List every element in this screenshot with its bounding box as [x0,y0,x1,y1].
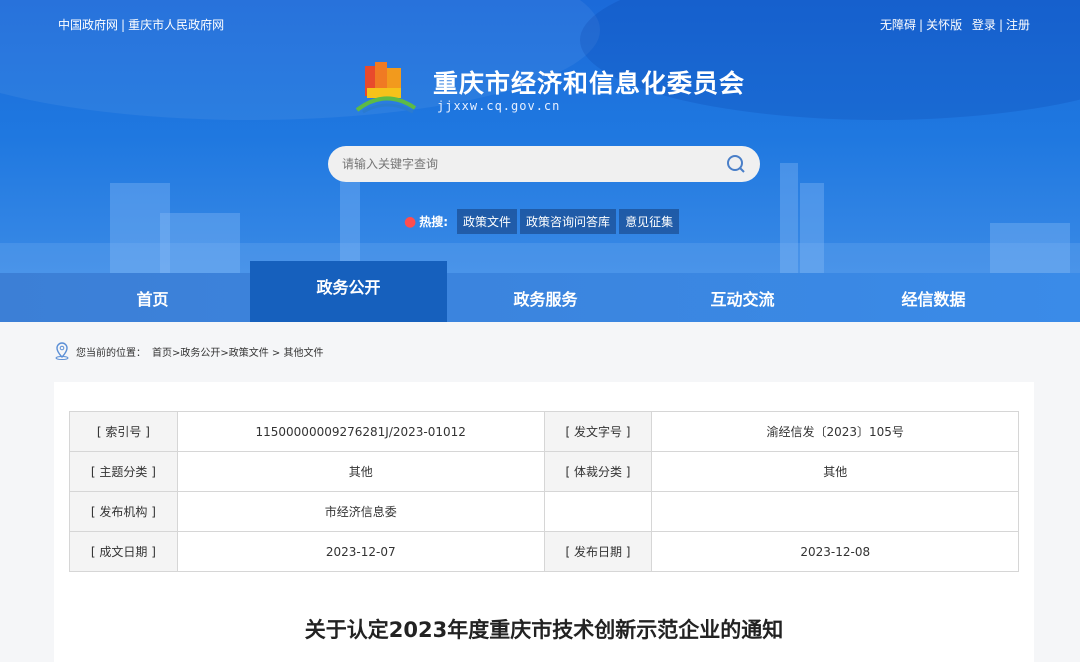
publisher-label: [ 发布机构 ] [69,491,178,532]
hot-search: ● 热搜: 政策文件 政策咨询问答库 意见征集 [404,209,680,234]
empty-cell [651,491,1019,532]
genre-value: 其他 [651,451,1019,492]
doc-number-label: [ 发文字号 ] [543,411,653,452]
location-icon [55,342,69,360]
document-card: [ 索引号 ] 11500000009276281J/2023-01012[ 发文… [54,382,1034,662]
header-banner: 中国政府网 | 重庆市人民政府网 无障碍 | 关怀版 登录 | 注册 重庆市经济和信息化委员… [0,0,1080,273]
table-row: [ 发布机构 ] 市经济信息委 [69,491,1019,532]
hot-tag[interactable]: 政策咨询问答库 [520,209,617,234]
elder-mode-link[interactable]: 关怀版 [926,18,962,32]
table-row: [ 成文日期 ] 2023-12-07[ 发布日期 ] 2023-12-08 [69,531,1019,572]
main-nav: 首页 政务公开 政务服务 互动交流 经信数据 [0,261,1080,322]
doc-number-value: 渝经信发〔2023〕105号 [651,411,1019,452]
site-logo-icon [355,62,417,114]
nav-data[interactable]: 经信数据 [841,273,1026,322]
index-value: 11500000009276281J/2023-01012 [176,411,545,452]
nav-home[interactable]: 首页 [0,273,250,322]
nav-gov-services[interactable]: 政务服务 [447,273,644,322]
login-link[interactable]: 登录 [972,18,996,32]
top-right-links: 无障碍 | 关怀版 登录 | 注册 [880,18,1030,32]
accessibility-link[interactable]: 无障碍 [880,18,916,32]
topic-value: 其他 [176,451,545,492]
index-label: [ 索引号 ] [69,411,178,452]
publisher-value: 市经济信息委 [176,491,545,532]
document-title: 关于认定2023年度重庆市技术创新示范企业的通知 [304,618,784,642]
search-input[interactable] [342,157,726,171]
written-date-value: 2023-12-07 [176,531,545,572]
table-row: [ 索引号 ] 11500000009276281J/2023-01012[ 发文… [69,411,1019,452]
breadcrumb-label: 您当前的位置： [76,347,146,359]
site-title: 重庆市经济和信息化委员会 [433,69,746,98]
link-gov-cn[interactable]: 中国政府网 [58,18,118,32]
breadcrumb: 您当前的位置： 首页>政务公开>政策文件 > 其他文件 [54,342,324,360]
hot-tag[interactable]: 政策文件 [457,209,518,234]
written-date-label: [ 成文日期 ] [69,531,178,572]
register-link[interactable]: 注册 [1006,18,1030,32]
hot-tag[interactable]: 意见征集 [619,209,680,234]
publish-date-value: 2023-12-08 [651,531,1019,572]
publish-date-label: [ 发布日期 ] [543,531,653,572]
hot-label: 热搜: [419,215,449,229]
nav-gov-affairs-open[interactable]: 政务公开 [250,261,447,322]
nav-interaction[interactable]: 互动交流 [644,273,841,322]
genre-label: [ 体裁分类 ] [543,451,653,492]
fire-icon: ● [404,213,417,230]
search-icon[interactable] [726,154,746,174]
topic-label: [ 主题分类 ] [69,451,178,492]
link-cq-gov[interactable]: 重庆市人民政府网 [128,18,224,32]
breadcrumb-path[interactable]: 首页>政务公开>政策文件 > 其他文件 [152,344,324,359]
table-row: [ 主题分类 ] 其他[ 体裁分类 ] 其他 [69,451,1019,492]
site-domain: jjxxw.cq.gov.cn [437,99,561,113]
document-meta-table: [ 索引号 ] 11500000009276281J/2023-01012[ 发文… [69,411,1019,572]
top-left-links: 中国政府网 | 重庆市人民政府网 [58,18,225,32]
search-box [328,146,760,182]
empty-cell [543,491,653,532]
